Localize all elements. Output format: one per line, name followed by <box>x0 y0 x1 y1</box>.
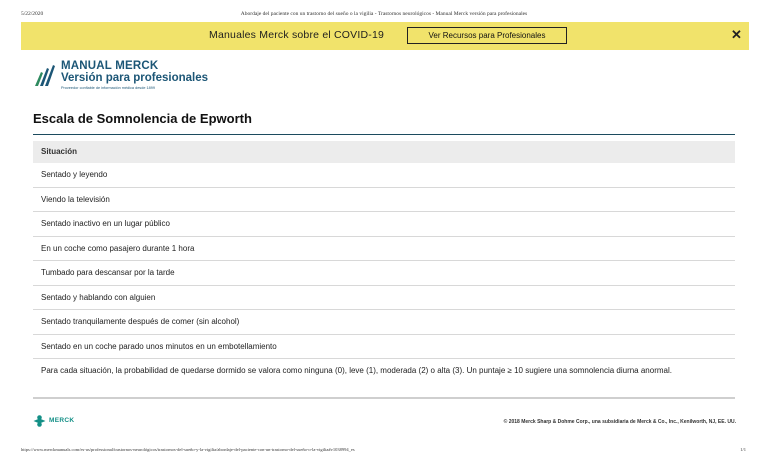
print-url: https://www.merckmanuals.com/es-us/profe… <box>21 447 355 452</box>
copyright-text: © 2018 Merck Sharp & Dohme Corp., una su… <box>503 419 736 425</box>
logo-tagline: Proveedor confiable de información médic… <box>61 86 155 90</box>
logo-mark-icon <box>35 65 55 86</box>
table-row: En un coche como pasajero durante 1 hora <box>33 237 735 261</box>
title-divider <box>33 134 735 135</box>
page-title: Escala de Somnolencia de Epworth <box>33 111 252 126</box>
epworth-table: Situación Sentado y leyendo Viendo la te… <box>33 141 735 399</box>
print-page-number: 1/1 <box>740 447 746 452</box>
banner-message: Manuales Merck sobre el COVID-19 <box>209 29 385 41</box>
table-note: Para cada situación, la probabilidad de … <box>33 359 735 399</box>
logo-title: MANUAL MERCK <box>61 60 159 72</box>
close-icon[interactable]: ✕ <box>731 27 742 43</box>
merck-wordmark: MERCK <box>49 417 75 424</box>
resources-button[interactable]: Ver Recursos para Profesionales <box>407 27 567 44</box>
logo-subtitle: Versión para profesionales <box>61 72 209 84</box>
print-header: 5/22/2020 Abordaje del paciente con un t… <box>0 9 768 21</box>
table-row: Sentado en un coche parado unos minutos … <box>33 335 735 359</box>
table-header: Situación <box>33 141 735 163</box>
print-page-title: Abordaje del paciente con un trastorno d… <box>240 11 528 17</box>
covid-banner: Manuales Merck sobre el COVID-19 Ver Rec… <box>21 22 749 50</box>
manual-merck-logo[interactable]: MANUAL MERCK Versión para profesionales … <box>33 60 233 92</box>
footer-divider <box>33 397 735 398</box>
table-row: Viendo la televisión <box>33 188 735 212</box>
merck-mark-icon <box>33 415 46 427</box>
table-row: Tumbado para descansar por la tarde <box>33 261 735 286</box>
table-row: Sentado inactivo en un lugar público <box>33 212 735 237</box>
table-row: Sentado tranquilamente después de comer … <box>33 310 735 335</box>
table-row: Sentado y hablando con alguien <box>33 286 735 310</box>
table-row: Sentado y leyendo <box>33 163 735 188</box>
